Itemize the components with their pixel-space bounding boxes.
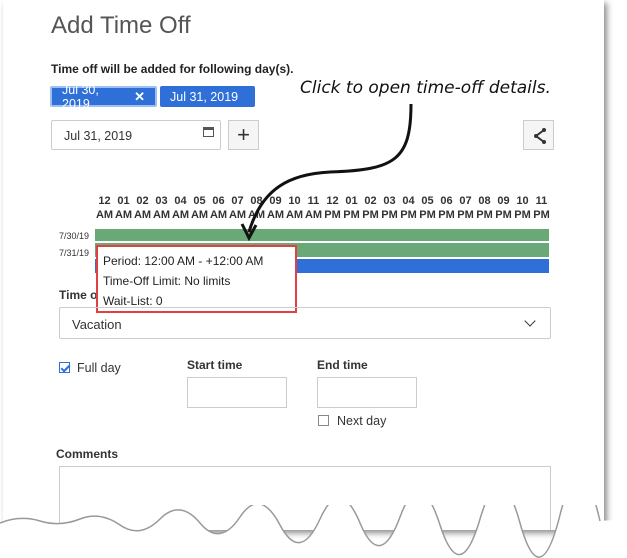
torn-edge bbox=[0, 505, 627, 558]
annotation-arrow bbox=[240, 103, 413, 242]
